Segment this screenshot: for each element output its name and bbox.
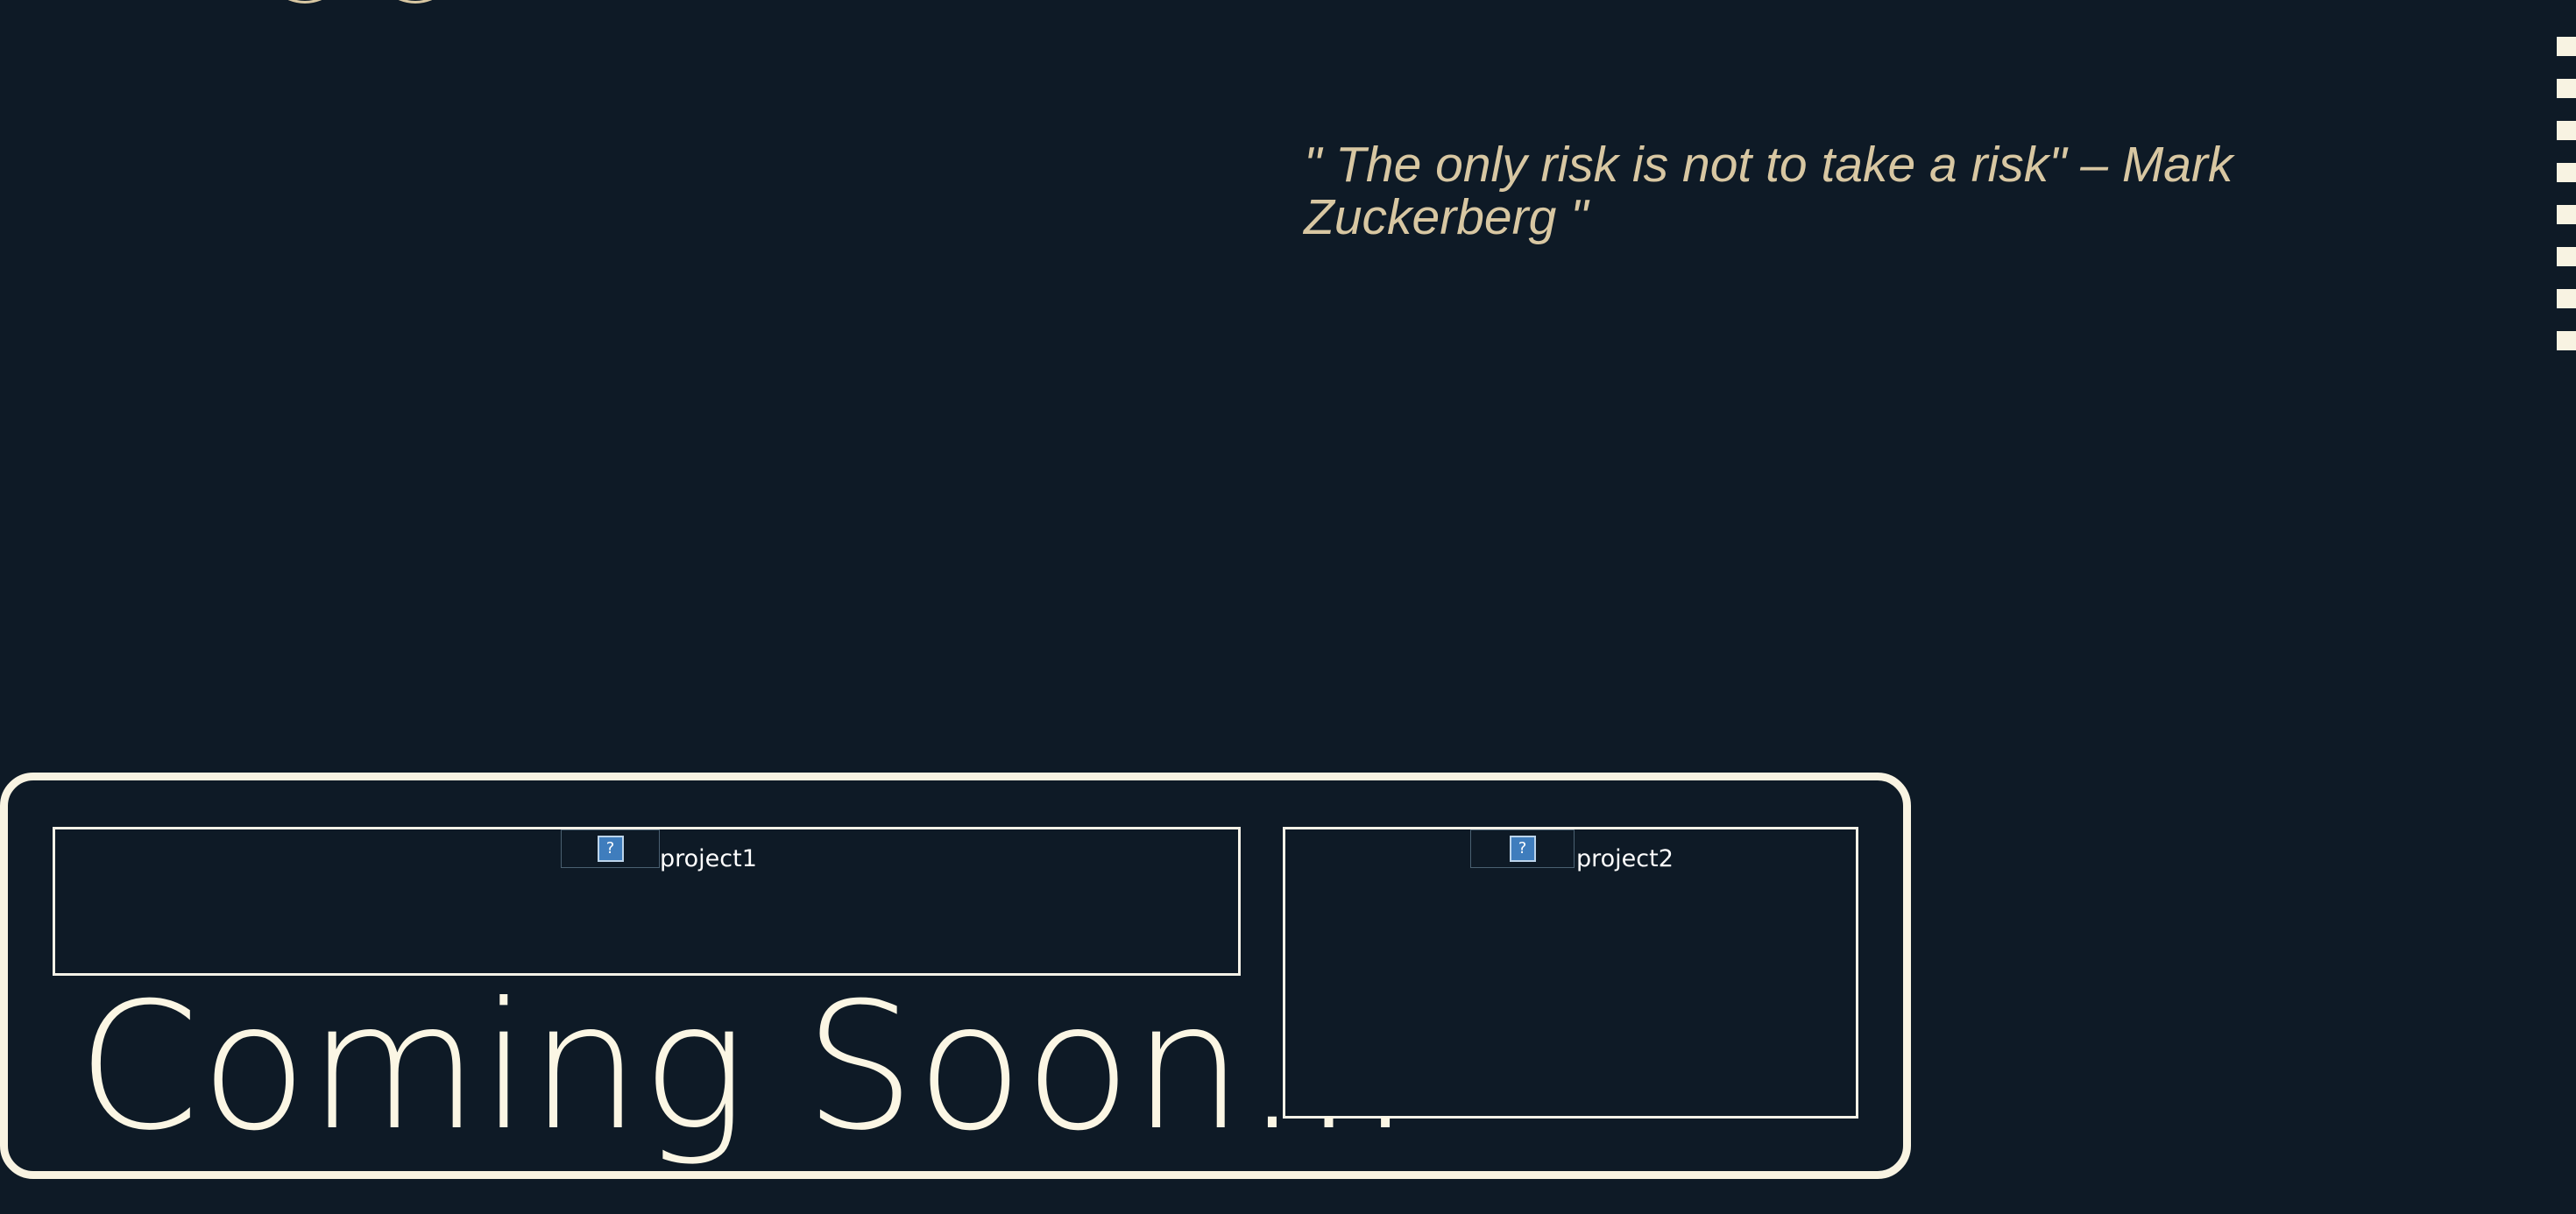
partial-heading-glyph	[373, 0, 457, 4]
partial-heading-glyph	[263, 0, 347, 4]
broken-image-icon: ?	[1509, 836, 1536, 862]
project-card-1[interactable]: ? project1	[53, 827, 1241, 976]
project-image[interactable]: ?	[1470, 829, 1575, 868]
project-card-header: ? project2	[1285, 829, 1856, 872]
edge-dash	[2557, 163, 2576, 182]
edge-dash	[2557, 247, 2576, 266]
edge-dash	[2557, 121, 2576, 140]
edge-dash	[2557, 205, 2576, 224]
coming-soon-text: Coming Soon...	[77, 965, 1414, 1169]
edge-dash	[2557, 79, 2576, 98]
projects-section: ? project1 ? project2 Coming Soon...	[0, 773, 1911, 1179]
edge-dash	[2557, 331, 2576, 350]
project-label[interactable]: project1	[660, 846, 757, 872]
right-edge-decoration	[2557, 37, 2576, 350]
partial-heading	[263, 0, 457, 4]
edge-dash	[2557, 37, 2576, 56]
project-card-header: ? project1	[55, 829, 1238, 872]
edge-dash	[2557, 289, 2576, 308]
broken-image-icon: ?	[597, 836, 624, 862]
project-label[interactable]: project2	[1576, 846, 1674, 872]
quote-text: " The only risk is not to take a risk" –…	[1304, 137, 2233, 245]
project-image[interactable]: ?	[561, 829, 660, 868]
